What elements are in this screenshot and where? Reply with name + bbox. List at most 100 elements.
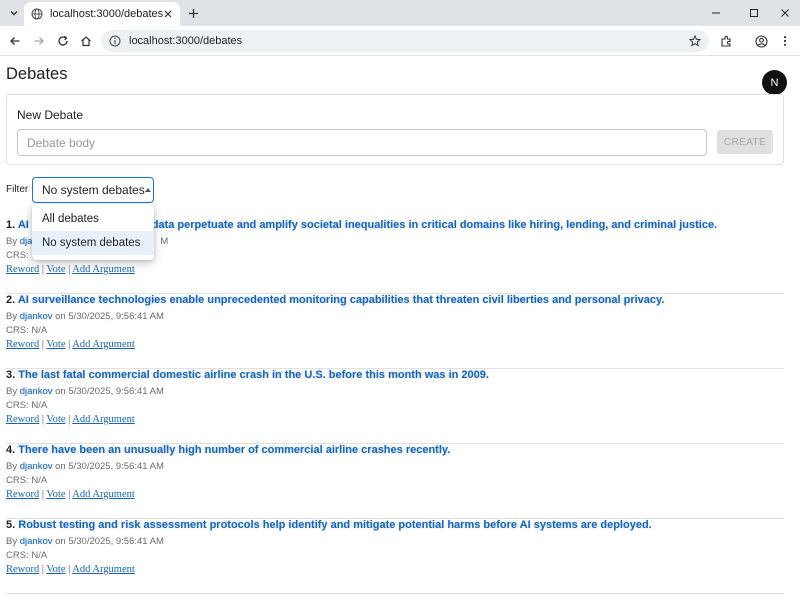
new-debate-card: New Debate CREATE — [6, 94, 784, 165]
back-button[interactable] — [5, 31, 25, 51]
create-button[interactable]: CREATE — [717, 130, 773, 154]
debate-number: 5. — [6, 519, 16, 531]
debate-crs: CRS: N/A — [6, 400, 48, 411]
debate-heading: 5. Robust testing and risk assessment pr… — [6, 519, 652, 531]
debate-title-link[interactable]: Robust testing and risk assessment proto… — [18, 519, 651, 531]
debate-title-link[interactable]: AI surveillance technologies enable unpr… — [18, 294, 665, 306]
site-info-icon[interactable] — [109, 35, 121, 47]
reload-icon — [58, 35, 68, 46]
page-content: Debates N New Debate CREATE Filter No sy… — [0, 57, 800, 597]
kebab-menu-icon — [783, 36, 787, 46]
debate-item: 2. AI surveillance technologies enable u… — [6, 294, 784, 369]
debate-actions: Reword | Vote | Add Argument — [6, 414, 135, 425]
home-icon — [81, 36, 91, 47]
filter-dropdown-menu: All debates No system debates — [32, 204, 154, 260]
debate-item: 5. Robust testing and risk assessment pr… — [6, 519, 784, 594]
debate-number: 4. — [6, 444, 16, 456]
vote-link[interactable]: Vote — [46, 339, 65, 350]
filter-option-no-system-debates[interactable]: No system debates — [32, 231, 154, 255]
filter-label: Filter — [6, 184, 29, 195]
extensions-button[interactable] — [716, 31, 736, 51]
author-link[interactable]: djankov — [20, 536, 53, 547]
vote-link[interactable]: Vote — [46, 564, 65, 575]
url-text: localhost:3000/debates — [129, 35, 243, 47]
debate-title-link-tail[interactable]: ed data perpetuate and amplify societal … — [136, 219, 717, 231]
debate-title-link[interactable]: AI — [18, 219, 29, 231]
debate-heading: 3. The last fatal commercial domestic ai… — [6, 369, 489, 381]
globe-icon — [31, 8, 43, 20]
author-link[interactable]: djankov — [20, 311, 53, 322]
chevron-down-icon — [10, 11, 18, 16]
author-link[interactable]: djankov — [20, 461, 53, 472]
caret-up-icon — [144, 188, 151, 192]
browser-toolbar: localhost:3000/debates — [0, 26, 800, 56]
browser-titlebar: localhost:3000/debates — [0, 0, 800, 26]
add-argument-link[interactable]: Add Argument — [72, 264, 135, 275]
debate-item: 3. The last fatal commercial domestic ai… — [6, 369, 784, 444]
debate-meta: By djankov on 5/30/2025, 9:56:41 AM — [6, 386, 164, 397]
debate-meta: By djankov on 5/30/2025, 9:56:41 AM — [6, 311, 164, 322]
filter-select[interactable]: No system debates — [32, 177, 154, 203]
reword-link[interactable]: Reword — [6, 264, 39, 275]
page-title: Debates — [6, 65, 68, 83]
reload-button[interactable] — [53, 31, 73, 51]
debate-heading: 4. There have been an unusually high num… — [6, 444, 450, 456]
vote-link[interactable]: Vote — [46, 489, 65, 500]
debate-number: 3. — [6, 369, 16, 381]
filter-selected-value: No system debates — [42, 183, 145, 197]
debate-actions: Reword | Vote | Add Argument — [6, 489, 135, 500]
tab-title: localhost:3000/debates — [50, 8, 163, 20]
new-tab-button[interactable] — [184, 4, 202, 22]
close-window-button[interactable] — [775, 3, 795, 23]
debate-number: 2. — [6, 294, 16, 306]
author-link[interactable]: dja — [20, 236, 33, 247]
maximize-icon — [750, 9, 758, 17]
home-button[interactable] — [76, 31, 96, 51]
arrow-right-icon — [34, 37, 44, 45]
debate-meta-tail: M — [160, 236, 169, 247]
browser-tab[interactable]: localhost:3000/debates — [24, 2, 180, 26]
debate-title-link[interactable]: There have been an unusually high number… — [18, 444, 450, 456]
profile-button[interactable] — [751, 31, 771, 51]
reword-link[interactable]: Reword — [6, 564, 39, 575]
address-bar[interactable]: localhost:3000/debates — [101, 30, 709, 52]
debate-number: 1. — [6, 219, 16, 231]
filter-option-all-debates[interactable]: All debates — [32, 207, 154, 231]
browser-menu-button[interactable] — [775, 31, 795, 51]
add-argument-link[interactable]: Add Argument — [72, 339, 135, 350]
maximize-button[interactable] — [744, 3, 764, 23]
minimize-icon — [712, 12, 720, 14]
add-argument-link[interactable]: Add Argument — [72, 414, 135, 425]
debate-item: 4. There have been an unusually high num… — [6, 444, 784, 519]
author-link[interactable]: djankov — [20, 386, 53, 397]
reword-link[interactable]: Reword — [6, 414, 39, 425]
minimize-button[interactable] — [706, 3, 726, 23]
tab-search-button[interactable] — [5, 4, 23, 22]
account-icon — [754, 34, 768, 48]
vote-link[interactable]: Vote — [46, 414, 65, 425]
forward-button[interactable] — [29, 31, 49, 51]
nextjs-dev-badge[interactable]: N — [762, 70, 787, 95]
vote-link[interactable]: Vote — [46, 264, 65, 275]
close-icon — [781, 9, 789, 17]
debate-crs: CRS: N/A — [6, 475, 48, 486]
plus-icon — [188, 8, 198, 18]
debate-actions: Reword | Vote | Add Argument — [6, 264, 135, 275]
debate-actions: Reword | Vote | Add Argument — [6, 339, 135, 350]
reword-link[interactable]: Reword — [6, 339, 39, 350]
add-argument-link[interactable]: Add Argument — [72, 489, 135, 500]
debate-body-input[interactable] — [17, 129, 707, 156]
new-debate-title: New Debate — [17, 108, 84, 122]
arrow-left-icon — [10, 37, 20, 45]
reword-link[interactable]: Reword — [6, 489, 39, 500]
debate-meta: By djankov on 5/30/2025, 9:56:41 AM — [6, 536, 164, 547]
debate-crs: CRS: N/A — [6, 550, 48, 561]
add-argument-link[interactable]: Add Argument — [72, 564, 135, 575]
puzzle-icon — [720, 35, 731, 47]
debate-actions: Reword | Vote | Add Argument — [6, 564, 135, 575]
debate-title-link[interactable]: The last fatal commercial domestic airli… — [18, 369, 489, 381]
close-tab-icon[interactable] — [163, 9, 173, 19]
debate-meta: By djankov on 5/30/2025, 9:56:41 AM — [6, 461, 164, 472]
bookmark-star-icon[interactable] — [689, 35, 701, 47]
debate-crs: CRS: N/A — [6, 325, 48, 336]
